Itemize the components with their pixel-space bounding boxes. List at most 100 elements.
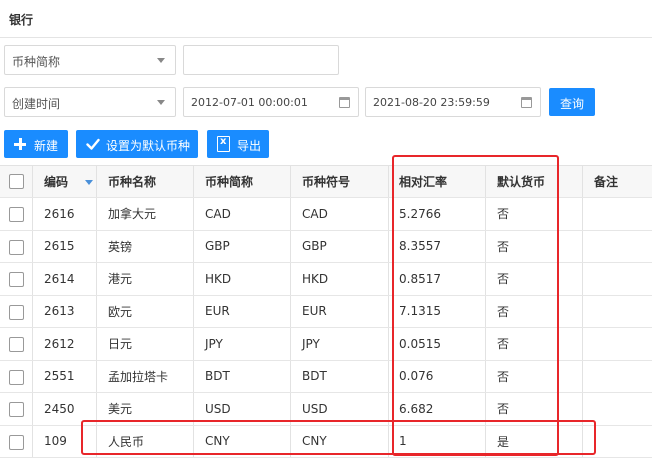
cell-name: 人民币 bbox=[108, 434, 145, 449]
table-row[interactable]: 2614 港元 HKD HKD 0.8517 否 bbox=[0, 263, 652, 296]
date-to-value: 2021-08-20 23:59:59 bbox=[373, 96, 490, 109]
cell-name: 欧元 bbox=[108, 304, 133, 319]
new-button[interactable]: 新建 bbox=[4, 130, 68, 158]
cell-rate: 0.0515 bbox=[399, 336, 441, 351]
cell-code: 2615 bbox=[44, 239, 75, 254]
page-title: 银行 bbox=[9, 13, 34, 27]
row-checkbox[interactable] bbox=[9, 207, 24, 222]
cell-default: 否 bbox=[497, 207, 510, 222]
cell-name: 孟加拉塔卡 bbox=[108, 369, 169, 384]
row-checkbox[interactable] bbox=[9, 304, 24, 320]
time-field-select-value: 创建时间 bbox=[12, 97, 61, 111]
cell-abbr: CAD bbox=[205, 206, 231, 221]
excel-export-icon bbox=[217, 136, 230, 152]
table-row[interactable]: 2612 日元 JPY JPY 0.0515 否 bbox=[0, 328, 652, 361]
table-header-row: 编码 币种名称 币种简称 币种符号 相对汇率 默认货币 备注 bbox=[0, 166, 652, 198]
query-button[interactable]: 查询 bbox=[549, 88, 595, 116]
cell-rate: 6.682 bbox=[399, 401, 434, 416]
set-default-button-label: 设置为默认币种 bbox=[106, 139, 191, 153]
cell-symbol: GBP bbox=[302, 239, 327, 254]
query-button-label: 查询 bbox=[560, 97, 585, 111]
cell-name: 美元 bbox=[108, 402, 133, 417]
page-header: 银行 bbox=[0, 0, 652, 38]
row-checkbox[interactable] bbox=[9, 369, 24, 385]
col-header-symbol[interactable]: 币种符号 bbox=[302, 166, 350, 197]
row-checkbox[interactable] bbox=[9, 239, 24, 255]
date-from-input[interactable]: 2012-07-01 00:00:01 bbox=[183, 87, 359, 117]
chevron-down-icon bbox=[157, 58, 165, 63]
cell-name: 日元 bbox=[108, 337, 133, 352]
col-header-default[interactable]: 默认货币 bbox=[497, 166, 545, 197]
cell-default: 是 bbox=[497, 434, 510, 449]
table-row[interactable]: 2613 欧元 EUR EUR 7.1315 否 bbox=[0, 295, 652, 328]
export-button[interactable]: 导出 bbox=[207, 130, 269, 158]
cell-name: 英镑 bbox=[108, 239, 133, 254]
export-button-label: 导出 bbox=[237, 139, 262, 153]
cell-abbr: HKD bbox=[205, 271, 232, 286]
cell-default: 否 bbox=[497, 369, 510, 384]
cell-symbol: CNY bbox=[302, 434, 327, 449]
cell-name: 港元 bbox=[108, 272, 133, 287]
calendar-icon[interactable] bbox=[521, 97, 532, 108]
check-icon bbox=[86, 138, 100, 150]
cell-symbol: BDT bbox=[302, 369, 327, 384]
cell-rate: 0.076 bbox=[399, 369, 434, 384]
cell-rate: 0.8517 bbox=[399, 271, 441, 286]
col-header-rate[interactable]: 相对汇率 bbox=[399, 166, 447, 197]
new-button-label: 新建 bbox=[34, 139, 59, 153]
cell-code: 109 bbox=[44, 434, 67, 449]
cell-abbr: CNY bbox=[205, 434, 230, 449]
cell-rate: 5.2766 bbox=[399, 206, 441, 221]
cell-symbol: USD bbox=[302, 401, 328, 416]
table-row[interactable]: 2616 加拿大元 CAD CAD 5.2766 否 bbox=[0, 198, 652, 231]
date-from-value: 2012-07-01 00:00:01 bbox=[191, 96, 308, 109]
col-header-abbr[interactable]: 币种简称 bbox=[205, 166, 253, 197]
field-select[interactable]: 币种简称 bbox=[4, 45, 176, 75]
chevron-down-icon bbox=[157, 100, 165, 105]
cell-name: 加拿大元 bbox=[108, 207, 157, 222]
table-row[interactable]: 2615 英镑 GBP GBP 8.3557 否 bbox=[0, 230, 652, 263]
cell-default: 否 bbox=[497, 272, 510, 287]
row-checkbox[interactable] bbox=[9, 402, 24, 417]
col-header-remark[interactable]: 备注 bbox=[594, 166, 618, 197]
row-checkbox[interactable] bbox=[9, 272, 24, 287]
cell-code: 2616 bbox=[44, 206, 75, 221]
row-checkbox[interactable] bbox=[9, 337, 24, 352]
cell-default: 否 bbox=[497, 239, 510, 254]
cell-abbr: JPY bbox=[205, 336, 223, 351]
cell-rate: 7.1315 bbox=[399, 304, 441, 319]
cell-code: 2614 bbox=[44, 271, 75, 286]
cell-code: 2612 bbox=[44, 336, 75, 351]
cell-code: 2450 bbox=[44, 401, 75, 416]
table-row[interactable]: 109 人民币 CNY CNY 1 是 bbox=[0, 425, 652, 458]
cell-default: 否 bbox=[497, 337, 510, 352]
table-row[interactable]: 2450 美元 USD USD 6.682 否 bbox=[0, 393, 652, 426]
cell-rate: 8.3557 bbox=[399, 239, 441, 254]
field-value-input[interactable] bbox=[183, 45, 339, 75]
cell-abbr: EUR bbox=[205, 304, 230, 319]
cell-default: 否 bbox=[497, 304, 510, 319]
cell-rate: 1 bbox=[399, 434, 407, 449]
col-header-name[interactable]: 币种名称 bbox=[108, 166, 156, 197]
cell-symbol: CAD bbox=[302, 206, 328, 221]
set-default-currency-button[interactable]: 设置为默认币种 bbox=[76, 130, 198, 158]
cell-abbr: USD bbox=[205, 401, 231, 416]
row-checkbox[interactable] bbox=[9, 434, 24, 450]
select-all-checkbox[interactable] bbox=[9, 174, 24, 189]
cell-abbr: BDT bbox=[205, 369, 230, 384]
sort-desc-icon[interactable] bbox=[85, 180, 93, 185]
cell-code: 2551 bbox=[44, 369, 75, 384]
cell-abbr: GBP bbox=[205, 239, 230, 254]
col-header-code[interactable]: 编码 bbox=[44, 166, 68, 197]
cell-symbol: EUR bbox=[302, 304, 327, 319]
cell-default: 否 bbox=[497, 402, 510, 417]
cell-code: 2613 bbox=[44, 304, 75, 319]
cell-symbol: JPY bbox=[302, 336, 320, 351]
currency-table: 编码 币种名称 币种简称 币种符号 相对汇率 默认货币 备注 2616 加拿大元 C… bbox=[0, 165, 652, 458]
calendar-icon[interactable] bbox=[339, 97, 350, 108]
time-field-select[interactable]: 创建时间 bbox=[4, 87, 176, 117]
field-select-value: 币种简称 bbox=[12, 55, 61, 69]
table-row[interactable]: 2551 孟加拉塔卡 BDT BDT 0.076 否 bbox=[0, 360, 652, 393]
plus-icon bbox=[14, 138, 26, 150]
date-to-input[interactable]: 2021-08-20 23:59:59 bbox=[365, 87, 541, 117]
